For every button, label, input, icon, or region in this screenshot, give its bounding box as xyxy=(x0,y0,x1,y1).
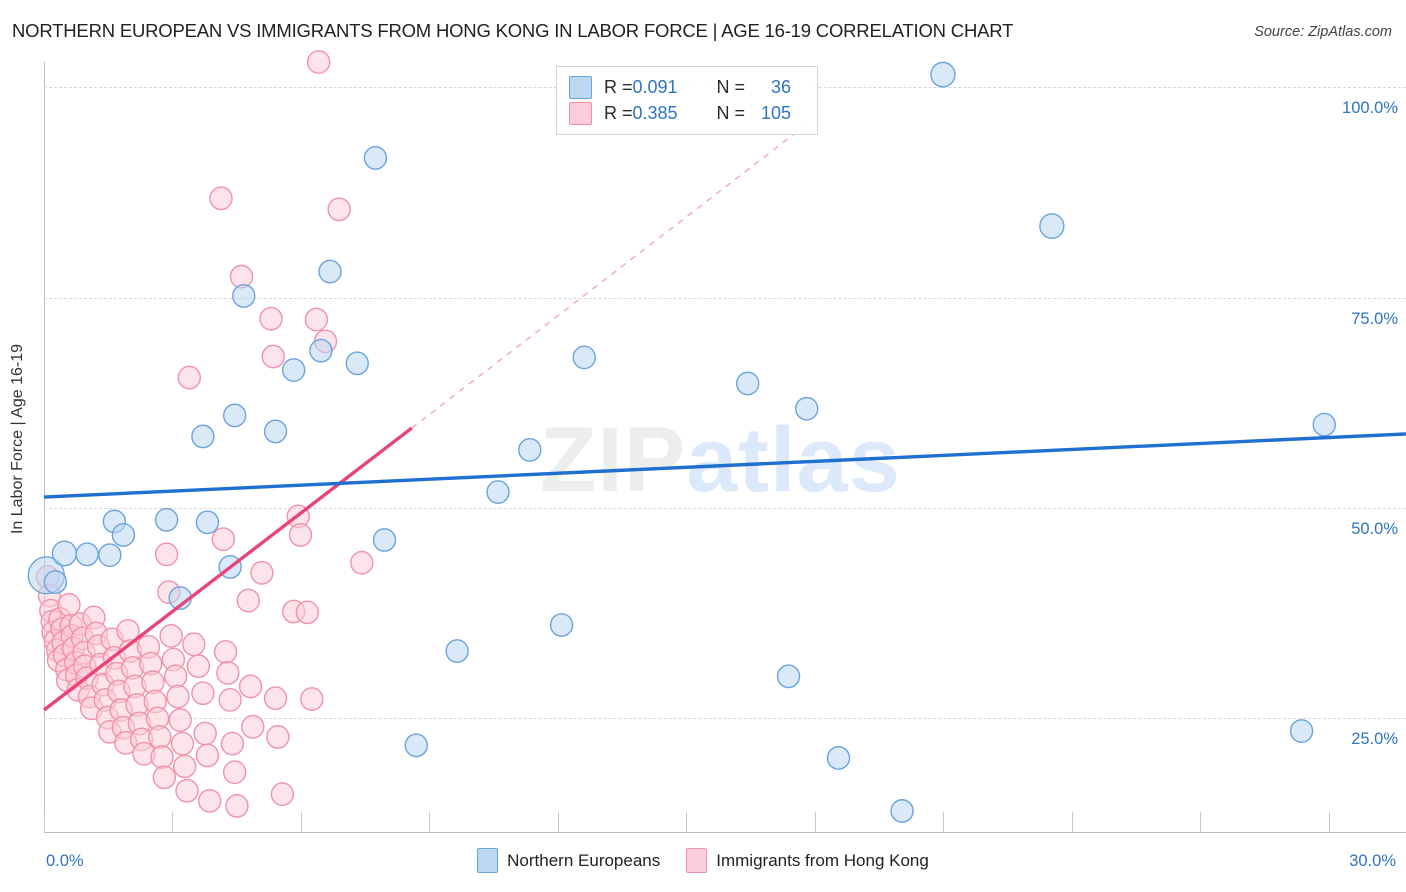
stat-r-value-blue: 0.091 xyxy=(632,76,678,97)
data-point[interactable] xyxy=(445,639,469,663)
data-point[interactable] xyxy=(193,721,217,746)
data-point[interactable] xyxy=(220,731,245,756)
data-point[interactable] xyxy=(168,708,192,732)
stat-n-label-pink: N = xyxy=(716,102,746,123)
data-point[interactable] xyxy=(170,731,195,756)
data-point[interactable] xyxy=(173,754,197,779)
data-point[interactable] xyxy=(191,681,215,706)
data-point[interactable] xyxy=(250,560,274,585)
trendline-blue xyxy=(43,432,1406,499)
data-point[interactable] xyxy=(154,507,179,532)
data-point[interactable] xyxy=(225,793,249,818)
data-point[interactable] xyxy=(736,371,760,396)
data-point[interactable] xyxy=(776,664,801,689)
data-point[interactable] xyxy=(57,592,81,617)
data-point[interactable] xyxy=(148,724,172,749)
data-point[interactable] xyxy=(186,654,211,679)
data-point[interactable] xyxy=(222,760,247,785)
data-point[interactable] xyxy=(159,624,183,648)
stat-swatch-blue xyxy=(569,75,592,99)
data-point[interactable] xyxy=(826,746,851,770)
legend-swatch-northern-europeans xyxy=(477,848,499,873)
legend-label-hongkong: Immigrants from Hong Kong xyxy=(716,850,929,870)
data-point[interactable] xyxy=(350,550,374,575)
data-point[interactable] xyxy=(300,687,324,711)
data-point[interactable] xyxy=(111,523,136,547)
data-point[interactable] xyxy=(930,61,956,88)
series-legend: Northern Europeans Immigrants from Hong … xyxy=(0,848,1406,873)
legend-swatch-hongkong xyxy=(686,848,708,873)
data-point[interactable] xyxy=(177,365,201,390)
data-point[interactable] xyxy=(195,743,220,768)
data-point[interactable] xyxy=(152,765,177,790)
data-point[interactable] xyxy=(241,714,265,739)
data-point[interactable] xyxy=(306,50,331,74)
data-point[interactable] xyxy=(163,664,188,689)
data-point[interactable] xyxy=(282,358,306,382)
data-point[interactable] xyxy=(304,307,329,332)
stat-n-value-pink: 105 xyxy=(760,102,792,123)
legend-label-northern-europeans: Northern Europeans xyxy=(507,850,661,870)
correlation-stats-legend: R = 0.091 N = 36 R = 0.385 N = 105 xyxy=(556,66,818,135)
data-point[interactable] xyxy=(98,543,122,568)
data-point[interactable] xyxy=(236,588,261,613)
data-point[interactable] xyxy=(213,639,238,664)
data-point[interactable] xyxy=(295,600,320,625)
data-point[interactable] xyxy=(890,799,914,823)
data-point[interactable] xyxy=(363,146,388,170)
data-point[interactable] xyxy=(209,186,233,211)
stat-n-label-blue: N = xyxy=(716,76,746,97)
data-point[interactable] xyxy=(266,724,290,749)
data-point[interactable] xyxy=(318,259,342,284)
data-point[interactable] xyxy=(232,284,256,308)
data-point[interactable] xyxy=(404,733,428,758)
data-point[interactable] xyxy=(198,788,222,813)
data-point[interactable] xyxy=(175,778,199,803)
data-point[interactable] xyxy=(288,523,313,547)
data-point[interactable] xyxy=(518,438,542,462)
data-point[interactable] xyxy=(75,542,99,567)
chart-root: NORTHERN EUROPEAN VS IMMIGRANTS FROM HON… xyxy=(0,0,1406,892)
data-point[interactable] xyxy=(327,197,351,222)
data-point[interactable] xyxy=(549,613,574,637)
stat-row-northern-european: R = 0.091 N = 36 xyxy=(569,74,805,100)
data-point[interactable] xyxy=(259,306,283,331)
data-point[interactable] xyxy=(309,338,333,363)
data-point[interactable] xyxy=(1039,213,1065,240)
legend-item-northern-europeans[interactable]: Northern Europeans xyxy=(477,848,660,873)
stat-r-value-pink: 0.385 xyxy=(632,102,678,123)
data-point[interactable] xyxy=(150,745,174,770)
data-point[interactable] xyxy=(1312,412,1336,437)
stat-n-value-blue: 36 xyxy=(771,76,792,97)
stat-r-label-pink: R = xyxy=(604,102,633,123)
data-point[interactable] xyxy=(195,510,220,535)
data-point[interactable] xyxy=(345,351,369,376)
data-point[interactable] xyxy=(43,570,68,594)
data-point[interactable] xyxy=(191,424,215,449)
data-point[interactable] xyxy=(51,540,78,567)
data-point[interactable] xyxy=(1289,719,1314,743)
data-point[interactable] xyxy=(166,684,190,709)
stat-swatch-pink xyxy=(569,101,592,125)
data-point[interactable] xyxy=(270,782,295,807)
data-point[interactable] xyxy=(263,686,288,711)
data-point[interactable] xyxy=(572,345,596,370)
data-point[interactable] xyxy=(261,344,285,369)
data-point[interactable] xyxy=(216,661,240,685)
data-point[interactable] xyxy=(372,528,397,552)
data-point[interactable] xyxy=(263,419,288,444)
stat-row-hongkong: R = 0.385 N = 105 xyxy=(569,100,805,126)
stat-r-label-blue: R = xyxy=(604,76,633,97)
data-point[interactable] xyxy=(222,403,247,428)
legend-item-hongkong[interactable]: Immigrants from Hong Kong xyxy=(686,848,929,873)
data-point[interactable] xyxy=(795,396,819,421)
trendline-northern-european xyxy=(43,432,1406,499)
data-point[interactable] xyxy=(238,674,263,699)
data-point[interactable] xyxy=(154,542,179,567)
data-point[interactable] xyxy=(218,687,242,712)
data-point[interactable] xyxy=(486,480,510,504)
data-point[interactable] xyxy=(211,527,236,552)
data-point[interactable] xyxy=(182,632,206,657)
